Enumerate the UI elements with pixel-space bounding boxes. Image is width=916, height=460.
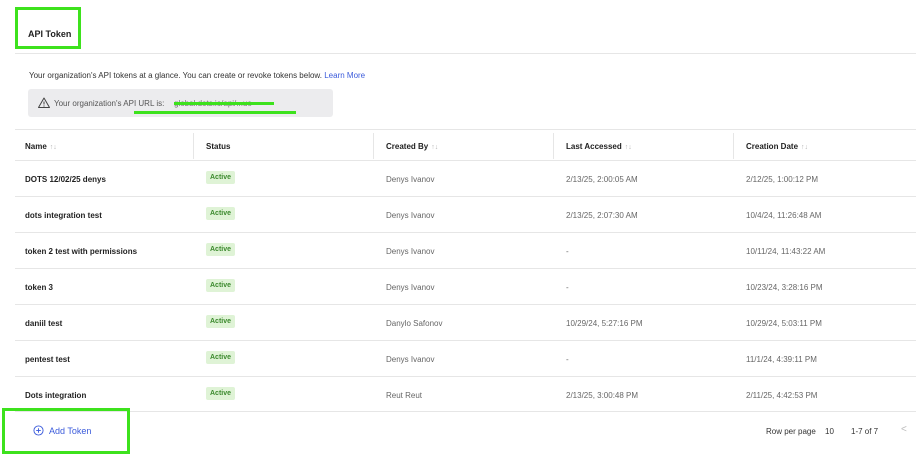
token-name: Dots integration: [25, 391, 87, 400]
token-name: pentest test: [25, 355, 70, 364]
sort-icon[interactable]: ↑↓: [50, 144, 57, 151]
table-row[interactable]: token 3 Active Denys Ivanov - 10/23/24, 3:28…: [15, 268, 916, 305]
token-name: dots integration test: [25, 211, 102, 220]
tab-divider: [15, 53, 916, 54]
column-header-label: Name: [25, 142, 47, 151]
learn-more-link[interactable]: Learn More: [324, 71, 365, 80]
created-by: Denys Ivanov: [386, 211, 435, 220]
api-url-label: Your organization's API URL is:: [54, 99, 165, 108]
column-separator: [193, 133, 194, 159]
sort-icon[interactable]: ↑↓: [431, 144, 438, 151]
token-name: daniil test: [25, 319, 63, 328]
status-badge: Active: [206, 351, 236, 364]
column-header-label: Creation Date: [746, 142, 799, 151]
warning-icon: [38, 97, 50, 108]
column-separator: [373, 133, 374, 159]
created-by: Denys Ivanov: [386, 247, 435, 256]
last-accessed: 2/13/25, 2:00:05 AM: [566, 175, 638, 184]
created-by: Denys Ivanov: [386, 175, 435, 184]
column-header-creation-date[interactable]: Creation Date ↑↓: [746, 142, 808, 151]
creation-date: 10/4/24, 11:26:48 AM: [746, 211, 822, 220]
token-name: token 3: [25, 283, 54, 292]
sort-icon[interactable]: ↑↓: [801, 144, 808, 151]
creation-date: 2/11/25, 4:42:53 PM: [746, 391, 818, 400]
table-row[interactable]: Dots integration Active Reut Reut 2/13/25, …: [15, 376, 916, 413]
pagination-range: 1-7 of 7: [851, 427, 879, 436]
column-header-label: Status: [206, 142, 231, 151]
last-accessed: 2/13/25, 2:07:30 AM: [566, 211, 638, 220]
rows-per-page-select[interactable]: 10: [825, 427, 834, 436]
last-accessed: -: [566, 283, 569, 292]
creation-date: 10/11/24, 11:43:22 AM: [746, 247, 826, 256]
status-badge: Active: [206, 243, 236, 256]
column-header-status: Status: [206, 142, 230, 151]
table-row[interactable]: daniil test Active Danylo Safonov 10/29/24,…: [15, 304, 916, 341]
column-header-last-accessed[interactable]: Last Accessed ↑↓: [566, 142, 632, 151]
created-by: Denys Ivanov: [386, 283, 435, 292]
status-badge: Active: [206, 315, 236, 328]
creation-date: 10/29/24, 5:03:11 PM: [746, 319, 822, 328]
creation-date: 11/1/24, 4:39:11 PM: [746, 355, 817, 364]
table-row[interactable]: DOTS 12/02/25 denys Active Denys Ivanov 2/1…: [15, 160, 916, 197]
highlight-underline: [134, 111, 296, 114]
creation-date: 2/12/25, 1:00:12 PM: [746, 175, 819, 184]
column-separator: [733, 133, 734, 159]
tab-api-token[interactable]: API Token: [28, 29, 71, 39]
created-by: Denys Ivanov: [386, 355, 435, 364]
column-header-label: Created By: [386, 142, 429, 151]
column-separator: [553, 133, 554, 159]
status-badge: Active: [206, 279, 236, 292]
plus-circle-icon: [33, 425, 44, 436]
last-accessed: -: [566, 247, 569, 256]
created-by: Reut Reut: [386, 391, 423, 400]
table-row[interactable]: token 2 test with permissions Active Denys…: [15, 232, 916, 269]
created-by: Danylo Safonov: [386, 319, 443, 328]
token-name: token 2 test with permissions: [25, 247, 138, 256]
last-accessed: 2/13/25, 3:00:48 PM: [566, 391, 639, 400]
page-description: Your organization's API tokens at a glan…: [29, 71, 365, 80]
add-token-label: Add Token: [49, 425, 92, 436]
redaction-mark: [174, 102, 274, 105]
table-top-border: [15, 129, 916, 130]
column-header-created-by[interactable]: Created By ↑↓: [386, 142, 438, 151]
table-bottom-border: [15, 411, 916, 412]
last-accessed: -: [566, 355, 569, 364]
creation-date: 10/23/24, 3:28:16 PM: [746, 283, 823, 292]
add-token-button[interactable]: Add Token: [33, 425, 91, 436]
token-name: DOTS 12/02/25 denys: [25, 175, 106, 184]
rows-per-page-label: Row per page: [766, 427, 816, 436]
column-header-label: Last Accessed: [566, 142, 622, 151]
status-badge: Active: [206, 207, 236, 220]
previous-page-button[interactable]: <: [901, 424, 907, 435]
table-row[interactable]: pentest test Active Denys Ivanov - 11/1/24, …: [15, 340, 916, 377]
description-text: Your organization's API tokens at a glan…: [29, 71, 322, 80]
table-row[interactable]: dots integration test Active Denys Ivanov 2…: [15, 196, 916, 233]
last-accessed: 10/29/24, 5:27:16 PM: [566, 319, 643, 328]
tab-highlight-frame: [15, 7, 81, 49]
status-badge: Active: [206, 171, 236, 184]
sort-icon[interactable]: ↑↓: [625, 144, 632, 151]
column-header-name[interactable]: Name ↑↓: [25, 142, 57, 151]
status-badge: Active: [206, 387, 236, 400]
